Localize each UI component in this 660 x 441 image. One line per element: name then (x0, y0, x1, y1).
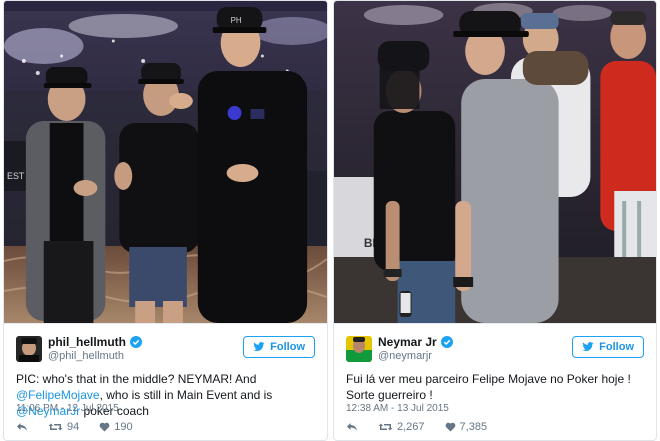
tweet-actions: 94 190 (16, 421, 153, 433)
verified-badge-icon (130, 336, 142, 348)
like-button[interactable]: 7,385 (445, 421, 488, 433)
avatar[interactable] (16, 336, 42, 362)
retweet-button[interactable]: 2,267 (378, 421, 425, 433)
screen-name[interactable]: @phil_hellmuth (48, 350, 124, 362)
tweet-text-part: , who is still in Main Event and is (99, 388, 273, 402)
follow-button[interactable]: Follow (572, 336, 644, 358)
casino-photo-image: BLA (334, 1, 656, 323)
follow-button[interactable]: Follow (243, 336, 315, 358)
avatar-image (346, 336, 372, 362)
reply-button[interactable] (16, 422, 28, 432)
twitter-bird-icon (582, 342, 594, 352)
avatar-image (16, 336, 42, 362)
display-name[interactable]: Neymar Jr (378, 335, 437, 349)
retweet-button[interactable]: 94 (48, 421, 79, 433)
reply-icon (347, 423, 357, 431)
tweet-card-neymar-jr: BLA (333, 0, 657, 441)
avatar[interactable] (346, 336, 372, 362)
screen-name[interactable]: @neymarjr (378, 350, 432, 362)
retweet-icon (378, 423, 393, 431)
tweet-text-part: PIC: who's that in the middle? NEYMAR! A… (16, 372, 257, 386)
heart-icon (99, 422, 110, 432)
tweet-photo[interactable]: EST PH (4, 1, 327, 323)
cap-logo-text: PH (231, 16, 242, 25)
like-count: 190 (114, 421, 133, 433)
tweet-photo[interactable]: BLA (334, 1, 656, 323)
heart-icon (445, 422, 455, 432)
retweet-count: 2,267 (397, 421, 425, 433)
casino-photo-image: EST PH (4, 1, 327, 323)
author-name-row[interactable]: phil_hellmuth (48, 335, 142, 349)
like-count: 7,385 (459, 421, 488, 433)
tweet-text-part: Fui lá ver meu parceiro Felipe Mojave no… (346, 372, 631, 402)
tweet-card-phil-hellmuth: EST PH phil_hellmuth @phil_hellmuth Foll… (3, 0, 328, 441)
tweet-body: phil_hellmuth @phil_hellmuth Follow PIC:… (4, 323, 327, 440)
tweet-body: Neymar Jr @neymarjr Follow Fui lá ver me… (334, 323, 656, 440)
felt-sign-text: EST (7, 171, 25, 181)
like-button[interactable]: 190 (99, 421, 133, 433)
tweet-text: Fui lá ver meu parceiro Felipe Mojave no… (346, 371, 646, 403)
display-name[interactable]: phil_hellmuth (48, 335, 126, 349)
author-name-row[interactable]: Neymar Jr (378, 335, 453, 349)
tweet-timestamp[interactable]: 11:06 PM - 12 Jul 2015 (16, 403, 119, 414)
tweet-actions: 2,267 7,385 (346, 421, 507, 433)
tweet-timestamp[interactable]: 12:38 AM - 13 Jul 2015 (346, 403, 449, 414)
follow-label: Follow (270, 341, 305, 353)
mention-link[interactable]: @FelipeMojave (16, 388, 100, 402)
retweet-icon (48, 423, 63, 431)
reply-button[interactable] (346, 422, 358, 432)
verified-badge-icon (440, 336, 453, 348)
reply-icon (17, 423, 27, 431)
retweet-count: 94 (67, 421, 80, 433)
follow-label: Follow (599, 341, 634, 353)
twitter-bird-icon (253, 342, 265, 352)
